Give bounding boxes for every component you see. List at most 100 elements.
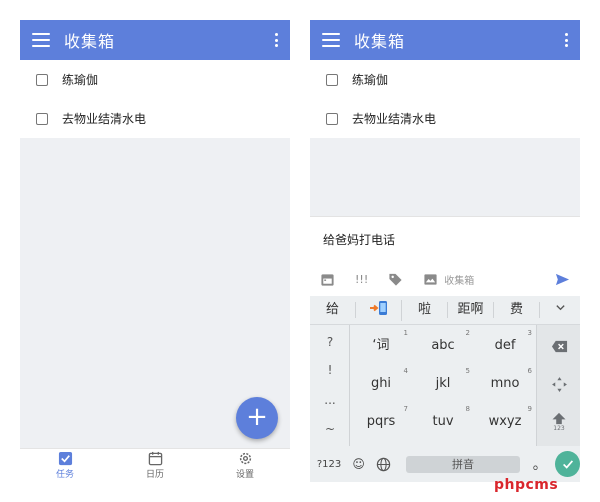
t9-grid: ‘词 1 abc 2 def 3 ghi 4 jkl 5 mno 6 pqrs 7 tuv 8 … [350,325,536,446]
key-1[interactable]: ‘词 1 [350,327,412,365]
app-bar: 收集箱 [310,20,580,60]
key-number: 3 [527,329,532,337]
key-label: tuv [432,414,454,429]
numbers-key[interactable]: ?123 [310,459,348,470]
shift-number-key[interactable]: 123 [537,403,580,441]
cursor-move-key[interactable] [537,365,580,403]
key-number: 7 [403,405,408,413]
list-label: 收集箱 [444,275,475,287]
key-label: jkl [435,376,451,391]
task-item[interactable]: 练瑜伽 [20,60,290,99]
globe-icon [376,457,391,471]
task-item[interactable]: 去物业结清水电 [20,99,290,138]
candidate-word[interactable]: 距啊 [448,302,494,318]
send-button[interactable] [555,272,570,287]
due-date-button[interactable] [320,272,335,287]
candidate-emoji[interactable] [356,299,402,321]
period-key[interactable]: 。 [528,454,551,474]
quick-add-toolbar: !!! 收集箱 [310,261,580,297]
key-3[interactable]: def 3 [474,327,536,365]
bottom-navigation: 任务 日历 设置 [20,448,290,482]
punctuation-column: ? ! ... ~ [310,325,350,446]
key-4[interactable]: ghi 4 [350,365,412,403]
backspace-icon [551,340,567,352]
key-6[interactable]: mno 6 [474,365,536,403]
task-input[interactable]: 给爸妈打电话 [310,217,580,261]
checkbox-icon [58,451,72,466]
add-task-button[interactable]: + [236,397,278,439]
page-title: 收集箱 [354,32,406,51]
task-item[interactable]: 练瑜伽 [310,60,580,99]
punct-key[interactable]: ? [310,335,350,349]
chevron-down-icon [555,305,565,311]
checkmark-icon [562,460,573,469]
backspace-key[interactable] [537,327,580,365]
nav-settings[interactable]: 设置 [200,449,290,482]
key-2[interactable]: abc 2 [412,327,474,365]
nav-calendar[interactable]: 日历 [110,449,200,482]
quick-add-panel: 给爸妈打电话 !!! 收集箱 [310,216,580,296]
menu-icon[interactable] [322,33,340,47]
candidate-word[interactable]: 费 [494,302,540,318]
gear-icon [239,452,251,465]
nav-label: 日历 [145,470,164,480]
key-number: 1 [403,329,408,337]
key-number: 4 [403,367,408,375]
key-9[interactable]: wxyz 9 [474,403,536,441]
punct-key[interactable]: ! [310,363,350,377]
app-bar: 收集箱 [20,20,290,60]
key-number: 9 [527,405,532,413]
move-cursor-icon [551,376,567,392]
emoji-key[interactable]: ☺ [348,457,369,471]
more-options-icon[interactable] [564,33,568,47]
key-label: wxyz [488,414,522,429]
key-8[interactable]: tuv 8 [412,403,474,441]
key-label: mno [490,376,520,391]
punct-key[interactable]: ... [310,393,350,407]
key-5[interactable]: jkl 5 [412,365,474,403]
keypad: ? ! ... ~ ‘词 1 abc 2 def 3 ghi 4 jkl 5 mno 6 p… [310,325,580,446]
task-title: 去物业结清水电 [62,112,147,126]
menu-icon[interactable] [32,33,50,47]
expand-candidates-button[interactable] [540,302,580,318]
calendar-icon [321,273,334,286]
priority-button[interactable]: !!! [355,273,368,286]
task-list: 练瑜伽 去物业结清水电 [310,60,580,138]
pinyin-keyboard: 给 啦 距啊 费 ? ! ... ~ ‘词 1 abc 2 def 3 ghi … [310,296,580,482]
nav-label: 任务 [55,470,74,480]
phone-emoji-icon [369,300,387,315]
nav-tasks[interactable]: 任务 [20,449,110,482]
task-list: 练瑜伽 去物业结清水电 [20,60,290,138]
key-number: 5 [465,367,470,375]
candidate-word[interactable]: 给 [310,302,356,318]
list-selector[interactable]: 收集箱 [423,272,474,287]
task-item[interactable]: 去物业结清水电 [310,99,580,138]
key-label: def [494,338,516,353]
calendar-icon [148,451,162,466]
candidate-bar: 给 啦 距啊 费 [310,296,580,325]
nav-label: 设置 [235,470,254,480]
key-number: 6 [527,367,532,375]
task-title: 去物业结清水电 [352,112,437,126]
space-key[interactable]: 拼音 [405,455,521,473]
task-list-screen: 收集箱 练瑜伽 去物业结清水电 + 任务 日历 设置 [20,20,290,482]
tag-icon [389,273,402,286]
task-checkbox[interactable] [36,112,48,125]
language-key[interactable] [369,457,398,472]
key-number: 8 [465,405,470,413]
punct-key[interactable]: ~ [310,422,350,436]
task-checkbox[interactable] [326,112,338,125]
task-checkbox[interactable] [326,73,338,86]
key-number: 2 [465,329,470,337]
candidate-word[interactable]: 啦 [402,302,448,318]
task-checkbox[interactable] [36,73,48,86]
enter-key[interactable] [555,451,580,477]
key-label: ‘词 [372,338,390,353]
function-column: 123 [536,325,580,446]
tag-button[interactable] [388,272,403,287]
shift-sub-label: 123 [553,425,565,432]
task-title: 练瑜伽 [62,73,99,87]
more-options-icon[interactable] [274,33,278,47]
add-task-screen: 收集箱 练瑜伽 去物业结清水电 给爸妈打电话 !!! 收集箱 给 啦 距啊 费 … [310,20,580,482]
key-7[interactable]: pqrs 7 [350,403,412,441]
